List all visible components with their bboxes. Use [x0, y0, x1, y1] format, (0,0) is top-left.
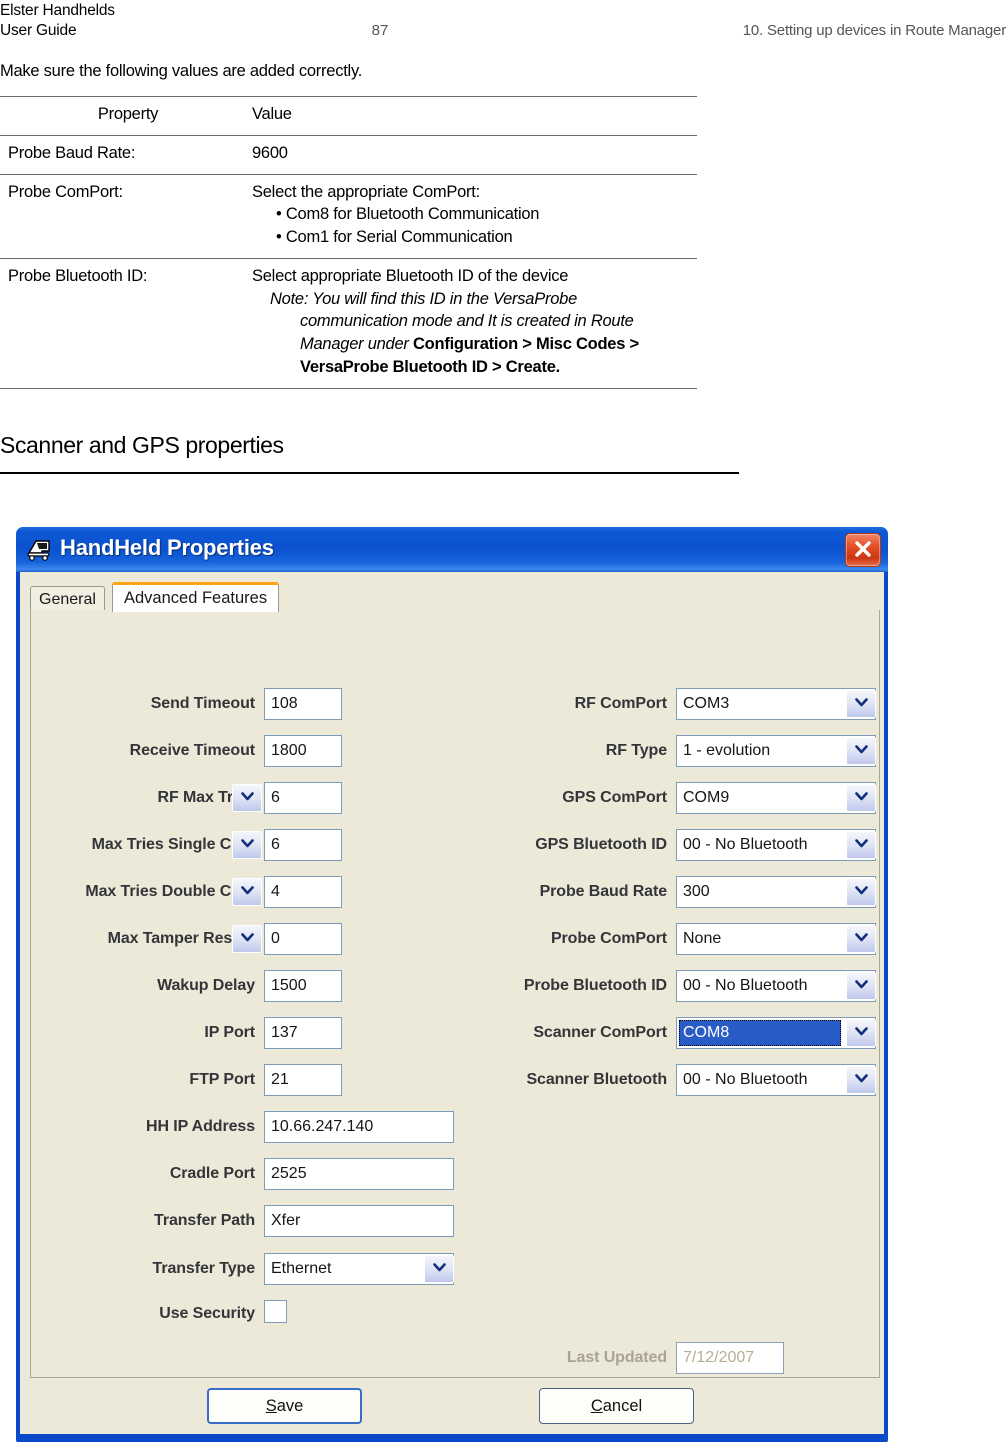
chevron-down-icon[interactable]	[424, 1255, 454, 1283]
input-receive-timeout[interactable]: 1800	[264, 735, 342, 767]
input-wakup-delay[interactable]: 1500	[264, 970, 342, 1002]
dialog-title: HandHeld Properties	[60, 535, 274, 560]
close-icon[interactable]	[845, 533, 881, 567]
chevron-down-icon[interactable]	[232, 831, 262, 859]
chevron-down-icon[interactable]	[846, 925, 876, 953]
combo-max-tries-double-cmd[interactable]: 4	[264, 876, 342, 908]
bluetooth-note-line1: Note: You will find this ID in the Versa…	[270, 289, 578, 308]
chevron-down-icon[interactable]	[846, 1066, 876, 1094]
input-ip-port[interactable]: 137	[264, 1017, 342, 1049]
tabstrip: General Advanced Features	[30, 582, 880, 612]
label-receive-timeout: Receive Timeout	[129, 742, 255, 759]
dialog-footer: Save Cancel	[20, 1380, 884, 1434]
chevron-down-icon[interactable]	[846, 878, 876, 906]
dialog-body: General Advanced Features Send Timeout 1…	[20, 572, 884, 1434]
label-probe-comport: Probe ComPort	[550, 930, 667, 947]
label-wakup-delay: Wakup Delay	[157, 977, 255, 994]
row-property-baud-rate: Probe Baud Rate:	[8, 143, 136, 162]
chapter-title: 10. Setting up devices in Route Manager	[742, 22, 1006, 39]
label-max-tries-single-cmd: Max Tries Single Cmd	[91, 836, 255, 853]
input-transfer-path[interactable]: Xfer	[264, 1205, 454, 1237]
label-gps-bluetooth-id: GPS Bluetooth ID	[535, 836, 667, 853]
intro-paragraph: Make sure the following values are added…	[0, 62, 363, 80]
label-hh-ip-address: HH IP Address	[146, 1118, 255, 1135]
table-row: Probe Baud Rate: 9600	[0, 135, 697, 174]
comport-bullet-1: • Com8 for Bluetooth Communication	[276, 205, 540, 224]
document-header: Elster Handhelds User Guide 87 10. Setti…	[0, 0, 1006, 44]
chevron-down-icon[interactable]	[232, 925, 262, 953]
doc-header-line1: Elster Handhelds	[0, 2, 115, 19]
chevron-down-icon[interactable]	[846, 972, 876, 1000]
column-header-property: Property	[97, 105, 159, 123]
chevron-down-icon[interactable]	[846, 690, 876, 718]
chevron-down-icon[interactable]	[232, 878, 262, 906]
save-accel: S	[265, 1397, 277, 1415]
combo-scanner-comport-selected-text: COM8	[679, 1020, 841, 1046]
label-rf-comport: RF ComPort	[574, 695, 667, 712]
advanced-features-panel: Send Timeout 108 Receive Timeout 1800 RF…	[30, 610, 880, 1378]
row-value-baud-rate: 9600	[252, 143, 288, 162]
handheld-properties-dialog: HandHeld Properties General Advanced Fea…	[16, 527, 888, 1442]
section-divider	[0, 472, 739, 474]
label-cradle-port: Cradle Port	[169, 1165, 255, 1182]
input-ftp-port[interactable]: 21	[264, 1064, 342, 1096]
label-scanner-bluetooth: Scanner Bluetooth	[526, 1071, 667, 1088]
cancel-accel: C	[590, 1397, 603, 1415]
bluetooth-note-line3-italic: Manager under	[300, 335, 413, 354]
comport-bullet-2: • Com1 for Serial Communication	[276, 228, 513, 247]
bluetooth-note-line2: communication mode and It is created in …	[300, 312, 634, 331]
tab-advanced-features[interactable]: Advanced Features	[112, 582, 280, 612]
combo-max-tamper-resets[interactable]: 0	[264, 923, 342, 955]
row-property-bluetooth-id: Probe Bluetooth ID:	[8, 266, 148, 285]
checkbox-use-security[interactable]	[264, 1300, 287, 1323]
row-value-bluetooth-id: Select appropriate Bluetooth ID of the d…	[248, 258, 697, 388]
bluetooth-note-line3: Manager under Configuration > Misc Codes…	[252, 333, 697, 356]
label-probe-bluetooth-id: Probe Bluetooth ID	[523, 977, 667, 994]
input-send-timeout[interactable]: 108	[264, 688, 342, 720]
property-value-table: Property Value Probe Baud Rate: 9600 Pro…	[0, 96, 697, 389]
input-cradle-port[interactable]: 2525	[264, 1158, 454, 1190]
label-rf-type: RF Type	[605, 742, 667, 759]
combo-rf-max-tries[interactable]: 6	[264, 782, 342, 814]
chevron-down-icon[interactable]	[846, 831, 876, 859]
row-value-comport: Select the appropriate ComPort: • Com8 f…	[248, 174, 697, 258]
label-max-tries-double-cmd: Max Tries Double Cmd	[85, 883, 255, 900]
label-transfer-type: Transfer Type	[152, 1260, 256, 1277]
input-hh-ip-address[interactable]: 10.66.247.140	[264, 1111, 454, 1143]
label-ip-port: IP Port	[204, 1024, 255, 1041]
handheld-device-icon	[26, 537, 52, 561]
chevron-down-icon[interactable]	[232, 784, 262, 812]
label-probe-baud-rate: Probe Baud Rate	[539, 883, 668, 900]
cancel-button[interactable]: Cancel	[539, 1388, 694, 1424]
save-button[interactable]: Save	[207, 1388, 362, 1424]
cancel-label-rest: ancel	[602, 1397, 643, 1415]
table-row: Probe Bluetooth ID: Select appropriate B…	[0, 258, 697, 389]
label-ftp-port: FTP Port	[189, 1071, 255, 1088]
label-transfer-path: Transfer Path	[154, 1212, 255, 1229]
chevron-down-icon[interactable]	[846, 737, 876, 765]
dialog-titlebar[interactable]: HandHeld Properties	[16, 527, 888, 572]
chevron-down-icon[interactable]	[846, 1019, 876, 1047]
row-property-comport: Probe ComPort:	[8, 182, 123, 201]
table-row: Probe ComPort: Select the appropriate Co…	[0, 174, 697, 258]
page-number: 87	[371, 22, 389, 39]
label-use-security: Use Security	[159, 1305, 255, 1322]
bluetooth-note-line4: VersaProbe Bluetooth ID > Create.	[300, 357, 560, 376]
table-header-row: Property Value	[0, 96, 697, 136]
column-header-value: Value	[252, 105, 292, 123]
label-last-updated: Last Updated	[566, 1349, 667, 1366]
label-scanner-comport: Scanner ComPort	[533, 1024, 667, 1041]
bluetooth-intro: Select appropriate Bluetooth ID of the d…	[252, 266, 569, 285]
input-last-updated: 7/12/2007	[676, 1342, 784, 1374]
label-send-timeout: Send Timeout	[150, 695, 255, 712]
section-heading: Scanner and GPS properties	[0, 432, 284, 458]
chevron-down-icon[interactable]	[846, 784, 876, 812]
save-label-rest: ave	[276, 1397, 304, 1415]
comport-intro: Select the appropriate ComPort:	[252, 182, 480, 201]
bluetooth-note-line3-bold: Configuration > Misc Codes >	[413, 335, 639, 354]
tab-general[interactable]: General	[30, 586, 105, 611]
combo-max-tries-single-cmd[interactable]: 6	[264, 829, 342, 861]
label-gps-comport: GPS ComPort	[562, 789, 667, 806]
